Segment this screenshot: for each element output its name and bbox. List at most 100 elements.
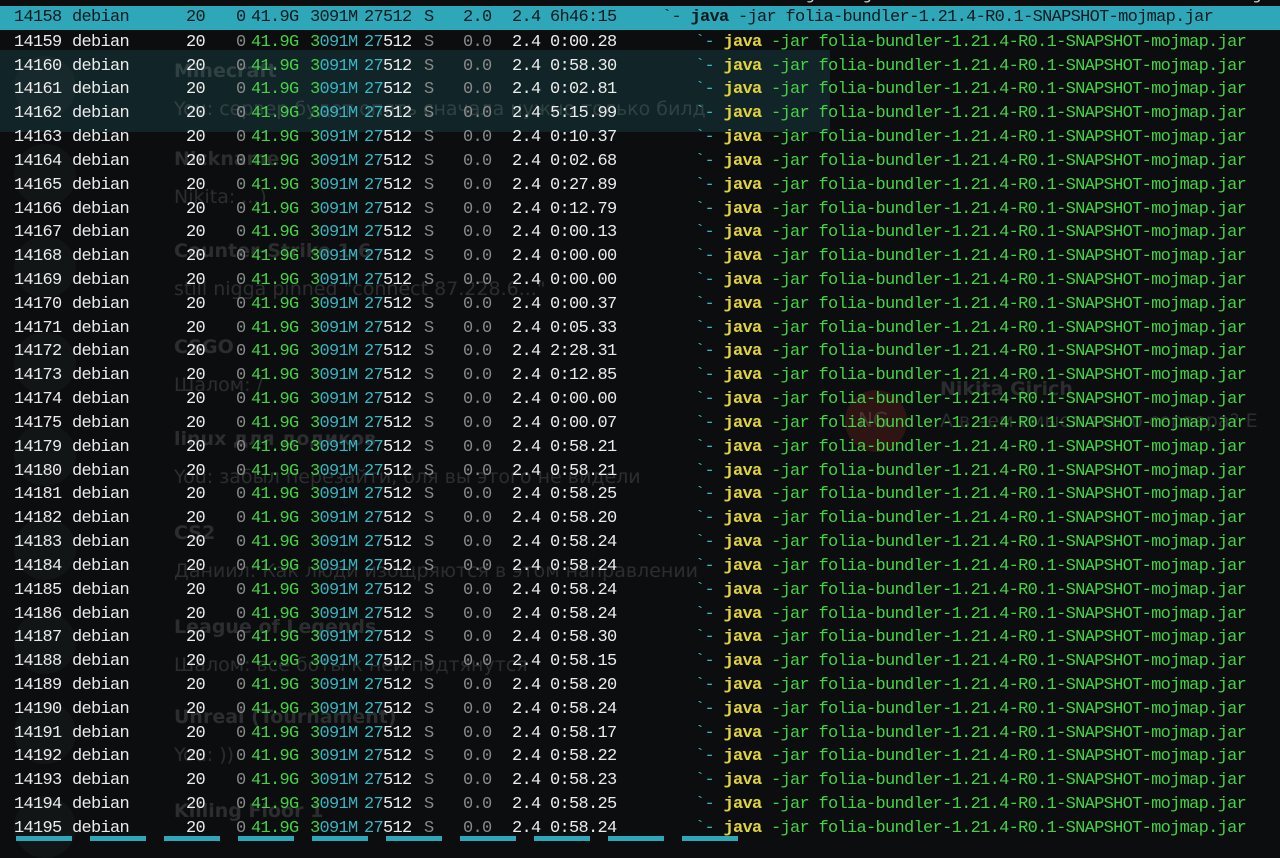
shr-cell: 27512 — [364, 507, 412, 531]
process-row[interactable]: 14184 debian 20 0 41.9G 3091M 27512 S 0.0 2.4 0:58… — [0, 555, 1280, 579]
res-cell: 3091M — [310, 412, 358, 436]
fkey[interactable] — [90, 836, 146, 841]
shr-high-part: 27 — [364, 747, 384, 767]
shr-low-part: 512 — [383, 604, 412, 624]
process-row[interactable]: 14175 debian 20 0 41.9G 3091M 27512 S 0.0 2.4 0:00… — [0, 412, 1280, 436]
tree-branch: `- — [695, 437, 724, 457]
htop-process-list[interactable]: 14157debian200513328881816S0.00.00:00.00… — [0, 0, 1280, 841]
fkey[interactable] — [164, 836, 220, 841]
process-row[interactable]: 14166 debian 20 0 41.9G 3091M 27512 S 0.0 2.4 0:12… — [0, 198, 1280, 222]
pid-cell: 14179 — [14, 437, 62, 457]
process-row[interactable]: 14182 debian 20 0 41.9G 3091M 27512 S 0.0 2.4 0:58… — [0, 507, 1280, 531]
process-row[interactable]: 14190 debian 20 0 41.9G 3091M 27512 S 0.0 2.4 0:58… — [0, 698, 1280, 722]
shr-low-part: 512 — [383, 628, 412, 648]
cpu-cell: 0.0 — [463, 604, 492, 624]
process-row[interactable]: 14174 debian 20 0 41.9G 3091M 27512 S 0.0 2.4 0:00… — [0, 388, 1280, 412]
process-row[interactable]: 14187 debian 20 0 41.9G 3091M 27512 S 0.0 2.4 0:58… — [0, 626, 1280, 650]
shr-high-part: 27 — [364, 699, 384, 719]
process-row[interactable]: 14171 debian 20 0 41.9G 3091M 27512 S 0.0 2.4 0:05… — [0, 317, 1280, 341]
tree-branch: `- — [695, 675, 724, 695]
shr-high-part: 27 — [364, 533, 384, 553]
command-cell: `- java -jar folia-bundler-1.21.4-R0.1-S… — [695, 293, 1247, 317]
fkey[interactable] — [312, 836, 368, 841]
time-cell: 0:58.25 — [550, 795, 617, 815]
function-key-bar[interactable] — [0, 836, 1280, 841]
time-cell: 2:28.31 — [550, 342, 617, 362]
priority-cell: 20 — [186, 390, 206, 410]
process-row[interactable]: 14158 debian 20 0 41.9G 3091M 27512 S 2.0 2.4 6h46… — [0, 6, 1280, 30]
process-row[interactable]: 14163 debian 20 0 41.9G 3091M 27512 S 0.0 2.4 0:10… — [0, 126, 1280, 150]
process-row[interactable]: 14165 debian 20 0 41.9G 3091M 27512 S 0.0 2.4 0:27… — [0, 174, 1280, 198]
virt-cell: 41.9G — [251, 294, 299, 314]
fkey[interactable] — [16, 836, 72, 841]
time-cell: 6h46:15 — [550, 8, 617, 27]
process-row[interactable]: 14170 debian 20 0 41.9G 3091M 27512 S 0.0 2.4 0:00… — [0, 293, 1280, 317]
shr-cell: 27512 — [364, 150, 412, 174]
process-row[interactable]: 14160 debian 20 0 41.9G 3091M 27512 S 0.0 2.4 0:58… — [0, 55, 1280, 79]
fkey[interactable] — [682, 836, 738, 841]
command-args: -jar folia-bundler-1.21.4-R0.1-SNAPSHOT-… — [761, 675, 1247, 695]
pid-cell: 14180 — [14, 461, 62, 481]
process-row[interactable]: 14186 debian 20 0 41.9G 3091M 27512 S 0.0 2.4 0:58… — [0, 603, 1280, 627]
time-cell: 0:02.81 — [550, 80, 617, 100]
process-row[interactable]: 14179 debian 20 0 41.9G 3091M 27512 S 0.0 2.4 0:58… — [0, 436, 1280, 460]
fkey[interactable] — [608, 836, 664, 841]
user-cell: debian — [72, 533, 130, 553]
process-row[interactable]: 14167 debian 20 0 41.9G 3091M 27512 S 0.0 2.4 0:00… — [0, 221, 1280, 245]
process-row[interactable]: 14181 debian 20 0 41.9G 3091M 27512 S 0.0 2.4 0:58… — [0, 483, 1280, 507]
process-row[interactable]: 14162 debian 20 0 41.9G 3091M 27512 S 0.0 2.4 5:15… — [0, 102, 1280, 126]
time-cell: 0:58.22 — [550, 747, 617, 767]
mem-cell: 2.4 — [512, 509, 541, 529]
nice-cell: 0 — [236, 342, 246, 362]
process-row[interactable]: 14192 debian 20 0 41.9G 3091M 27512 S 0.0 2.4 0:58… — [0, 745, 1280, 769]
shr-high-part: 27 — [364, 628, 384, 648]
time-cell: 0:58.25 — [550, 485, 617, 505]
mem-cell: 2.4 — [512, 8, 541, 27]
process-row[interactable]: 14194 debian 20 0 41.9G 3091M 27512 S 0.0 2.4 0:58… — [0, 793, 1280, 817]
process-row[interactable]: 14191 debian 20 0 41.9G 3091M 27512 S 0.0 2.4 0:58… — [0, 722, 1280, 746]
user-cell: debian — [72, 795, 130, 815]
process-row[interactable]: 14193 debian 20 0 41.9G 3091M 27512 S 0.0 2.4 0:58… — [0, 769, 1280, 793]
command-args: -jar folia-bundler-1.21.4-R0.1-SNAPSHOT-… — [761, 32, 1247, 52]
user-cell: debian — [72, 271, 130, 291]
process-row[interactable]: 14161 debian 20 0 41.9G 3091M 27512 S 0.0 2.4 0:02… — [0, 78, 1280, 102]
fkey[interactable] — [460, 836, 516, 841]
cpu-cell: 0.0 — [463, 580, 492, 600]
pid-cell: 14159 — [14, 32, 62, 52]
virt-cell: 41.9G — [251, 437, 299, 457]
tree-branch: `- — [695, 271, 724, 291]
fkey[interactable] — [386, 836, 442, 841]
priority-cell: 20 — [186, 604, 206, 624]
priority-cell: 20 — [186, 342, 206, 362]
process-row[interactable]: 14168 debian 20 0 41.9G 3091M 27512 S 0.0 2.4 0:00… — [0, 245, 1280, 269]
time-cell: 0:00.37 — [550, 294, 617, 314]
process-row[interactable]: 14172 debian 20 0 41.9G 3091M 27512 S 0.0 2.4 2:28… — [0, 340, 1280, 364]
process-row[interactable]: 14164 debian 20 0 41.9G 3091M 27512 S 0.0 2.4 0:02… — [0, 150, 1280, 174]
shr-high-part: 27 — [364, 8, 384, 27]
tree-branch: `- — [695, 580, 724, 600]
nice-cell: 0 — [236, 294, 246, 314]
shr-high-part: 27 — [364, 175, 384, 195]
process-row[interactable]: 14183 debian 20 0 41.9G 3091M 27512 S 0.0 2.4 0:58… — [0, 531, 1280, 555]
tree-branch: `- — [695, 795, 724, 815]
time-cell: 0:00.00 — [550, 247, 617, 267]
fkey[interactable] — [238, 836, 294, 841]
shr-low-part: 512 — [383, 80, 412, 100]
process-row[interactable]: 14189 debian 20 0 41.9G 3091M 27512 S 0.0 2.4 0:58… — [0, 674, 1280, 698]
process-row[interactable]: 14173 debian 20 0 41.9G 3091M 27512 S 0.0 2.4 0:12… — [0, 364, 1280, 388]
shr-low-part: 512 — [383, 533, 412, 553]
pid-cell: 14189 — [14, 675, 62, 695]
command-cell: `- java -jar folia-bundler-1.21.4-R0.1-S… — [695, 579, 1247, 603]
process-row[interactable]: 14188 debian 20 0 41.9G 3091M 27512 S 0.0 2.4 0:58… — [0, 650, 1280, 674]
fkey[interactable] — [534, 836, 590, 841]
process-row[interactable]: 14169 debian 20 0 41.9G 3091M 27512 S 0.0 2.4 0:00… — [0, 269, 1280, 293]
priority-cell: 20 — [186, 175, 206, 195]
nice-cell: 0 — [236, 509, 246, 529]
process-row[interactable]: 14185 debian 20 0 41.9G 3091M 27512 S 0.0 2.4 0:58… — [0, 579, 1280, 603]
virt-cell: 41.9G — [251, 747, 299, 767]
process-row[interactable]: 14180 debian 20 0 41.9G 3091M 27512 S 0.0 2.4 0:58… — [0, 460, 1280, 484]
res-cell: 3091M — [310, 78, 358, 102]
process-row[interactable]: 14159 debian 20 0 41.9G 3091M 27512 S 0.0 2.4 0:00… — [0, 31, 1280, 55]
priority-cell: 20 — [186, 699, 206, 719]
shr-low-part: 512 — [383, 175, 412, 195]
